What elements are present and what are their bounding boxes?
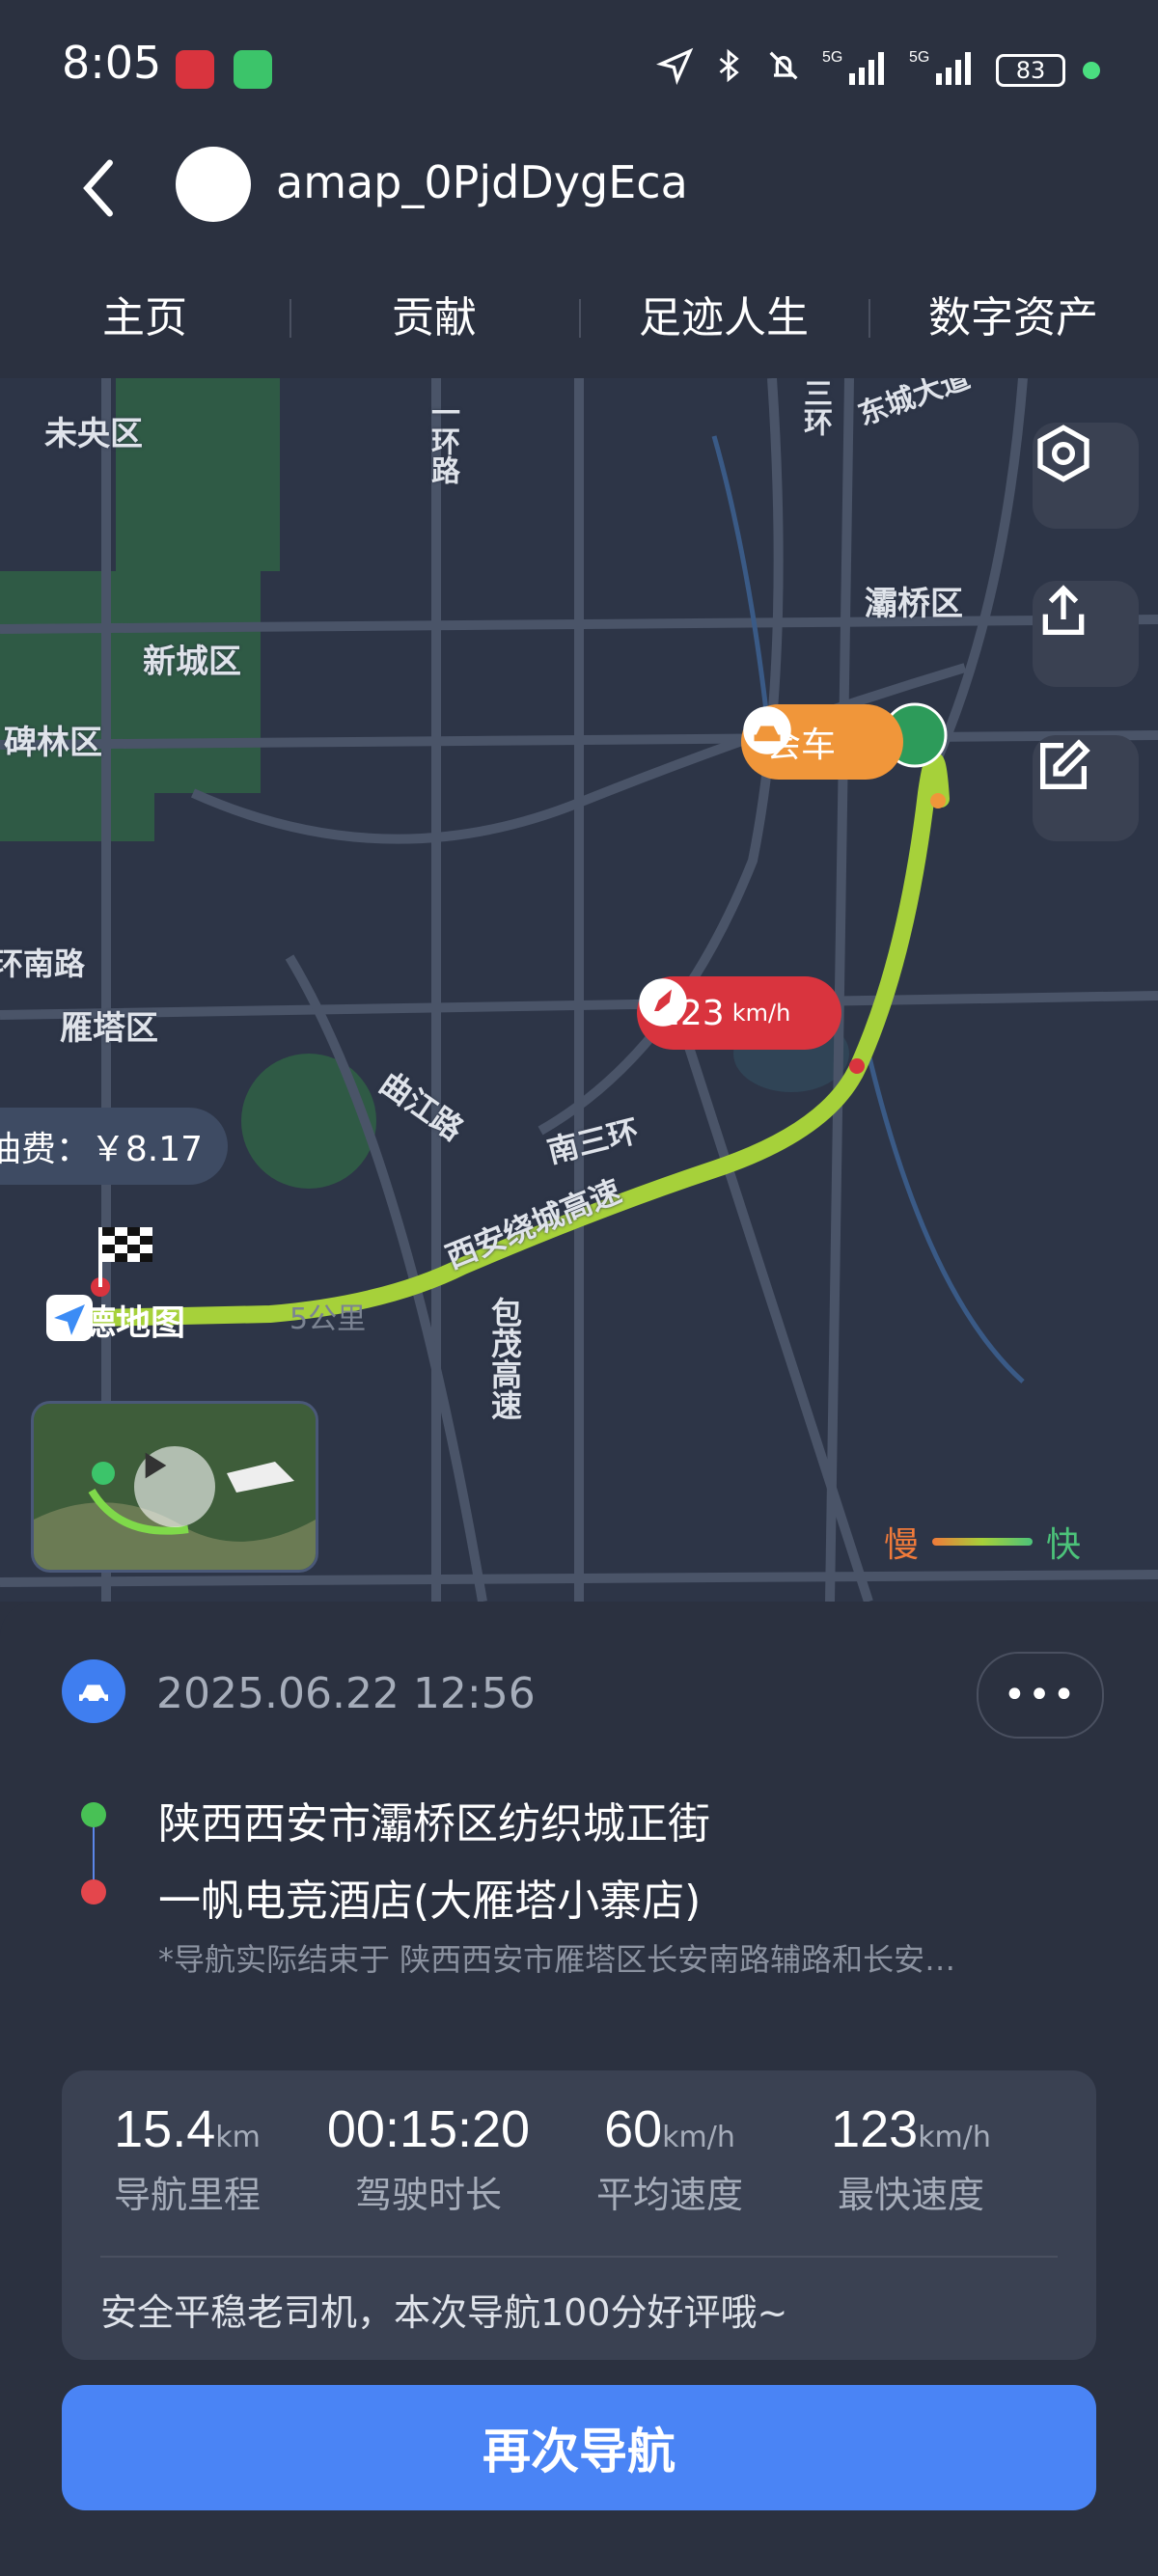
tab-digital-assets[interactable]: 数字资产 <box>868 270 1158 367</box>
legend-gradient <box>931 1538 1033 1546</box>
map-settings-button[interactable] <box>1033 423 1139 529</box>
stat-distance: 15.4km 导航里程 <box>81 2099 293 2218</box>
play-icon[interactable] <box>134 1446 215 1527</box>
notification-app-icon <box>234 50 272 89</box>
car-icon <box>62 1659 125 1723</box>
location-icon <box>655 46 695 94</box>
trip-comment: 安全平稳老司机，本次导航100分好评哦~ <box>100 2291 788 2334</box>
trip-datetime: 2025.06.22 12:56 <box>156 1669 536 1718</box>
stat-duration: 00:15:20 驾驶时长 <box>322 2099 535 2218</box>
stat-average-speed: 60km/h 平均速度 <box>564 2099 776 2218</box>
more-button[interactable]: ••• <box>977 1652 1104 1739</box>
bluetooth-icon <box>712 46 745 94</box>
privacy-indicator <box>1083 61 1100 79</box>
max-speed-unit: km/h <box>731 1000 791 1027</box>
battery-level: 83 <box>1015 56 1046 84</box>
divider <box>100 2256 1058 2258</box>
stat-max-speed: 123km/h 最快速度 <box>805 2099 1017 2218</box>
road-label: 三环 <box>798 378 832 436</box>
edit-button[interactable] <box>1033 735 1139 841</box>
tab-home[interactable]: 主页 <box>0 270 290 367</box>
signal-5g-icon: 5G <box>909 46 979 94</box>
max-speed-marker <box>849 1058 865 1074</box>
tab-footprint[interactable]: 足迹人生 <box>579 270 868 367</box>
renavigate-button[interactable]: 再次导航 <box>62 2385 1096 2510</box>
tab-contribution[interactable]: 贡献 <box>290 270 579 367</box>
road-label: 一环路 <box>426 397 459 484</box>
stat-value: 123 <box>831 2100 919 2158</box>
profile-header: amap_0PjdDygEca <box>0 135 1158 241</box>
hexagon-settings-icon <box>1037 425 1089 482</box>
legend-slow: 慢 <box>883 1525 919 1565</box>
route-map[interactable]: 未央区 新城区 碑林区 雁塔区 灞桥区 一环路 三环 东城大道 环南路 曲江路 … <box>0 378 1158 1602</box>
stat-value: 15.4 <box>114 2100 216 2158</box>
fuel-cost-bubble: 油费：￥8.17 <box>0 1108 228 1185</box>
amap-logo: 高德地图 <box>46 1295 185 1345</box>
stat-label: 平均速度 <box>595 2174 743 2216</box>
stat-value: 60 <box>604 2100 663 2158</box>
stat-value: 00:15:20 <box>326 2100 531 2158</box>
system-icons: 5G 5G 83 <box>655 46 1100 94</box>
meet-car-bubble[interactable]: 会车 <box>741 704 903 780</box>
stat-label: 驾驶时长 <box>354 2174 502 2216</box>
district-label: 新城区 <box>143 643 241 681</box>
trip-start-location: 陕西西安市灞桥区纺织城正街 <box>158 1799 710 1849</box>
district-label: 灞桥区 <box>865 585 963 623</box>
district-label: 碑林区 <box>4 724 102 762</box>
share-button[interactable] <box>1033 581 1139 687</box>
stat-label: 导航里程 <box>113 2174 261 2216</box>
svg-text:5G: 5G <box>822 49 842 66</box>
status-bar: 8:05 5G 5G 83 <box>0 0 1158 135</box>
status-time: 8:05 <box>62 37 162 89</box>
mute-icon <box>762 46 805 94</box>
battery-icon: 83 <box>996 53 1065 87</box>
road-label: 包茂高速 <box>486 1297 523 1420</box>
stat-unit: km <box>215 2121 261 2154</box>
notification-app-icon <box>176 50 214 89</box>
trip-end-note: *导航实际结束于 陕西西安市雁塔区长安南路辅路和长安… <box>158 1941 956 1978</box>
max-speed-bubble[interactable]: 123 km/h <box>637 976 841 1050</box>
map-scale: 5公里 <box>290 1302 367 1336</box>
username: amap_0PjdDygEca <box>276 156 688 208</box>
share-icon <box>1042 585 1085 635</box>
trip-detail-panel: 2025.06.22 12:56 ••• 陕西西安市灞桥区纺织城正街 一帆电竞酒… <box>0 1602 1158 2576</box>
end-dot-icon <box>81 1879 106 1905</box>
edit-icon <box>1040 739 1090 789</box>
legend-fast: 快 <box>1045 1525 1081 1565</box>
road-label: 环南路 <box>0 945 86 982</box>
stat-unit: km/h <box>918 2121 991 2154</box>
trip-end-location: 一帆电竞酒店(大雁塔小寨店) <box>158 1877 702 1926</box>
trip-stats-card: 15.4km 导航里程 00:15:20 驾驶时长 60km/h 平均速度 12… <box>62 2070 1096 2360</box>
route-video-thumbnail[interactable] <box>31 1401 318 1573</box>
profile-tabs: 主页 贡献 足迹人生 数字资产 <box>0 270 1158 367</box>
chevron-left-icon <box>83 159 113 217</box>
signal-5g-icon: 5G <box>822 46 892 94</box>
back-button[interactable] <box>68 154 135 222</box>
svg-text:5G: 5G <box>909 49 929 66</box>
start-marker <box>930 793 946 808</box>
start-dot-icon <box>81 1802 106 1827</box>
stat-unit: km/h <box>662 2121 735 2154</box>
avatar[interactable] <box>176 147 251 222</box>
speed-legend: 慢 快 <box>884 1517 1081 1567</box>
district-label: 未央区 <box>44 415 143 453</box>
amap-logo-icon <box>46 1295 93 1341</box>
stat-label: 最快速度 <box>837 2174 984 2216</box>
district-label: 雁塔区 <box>60 1009 158 1048</box>
